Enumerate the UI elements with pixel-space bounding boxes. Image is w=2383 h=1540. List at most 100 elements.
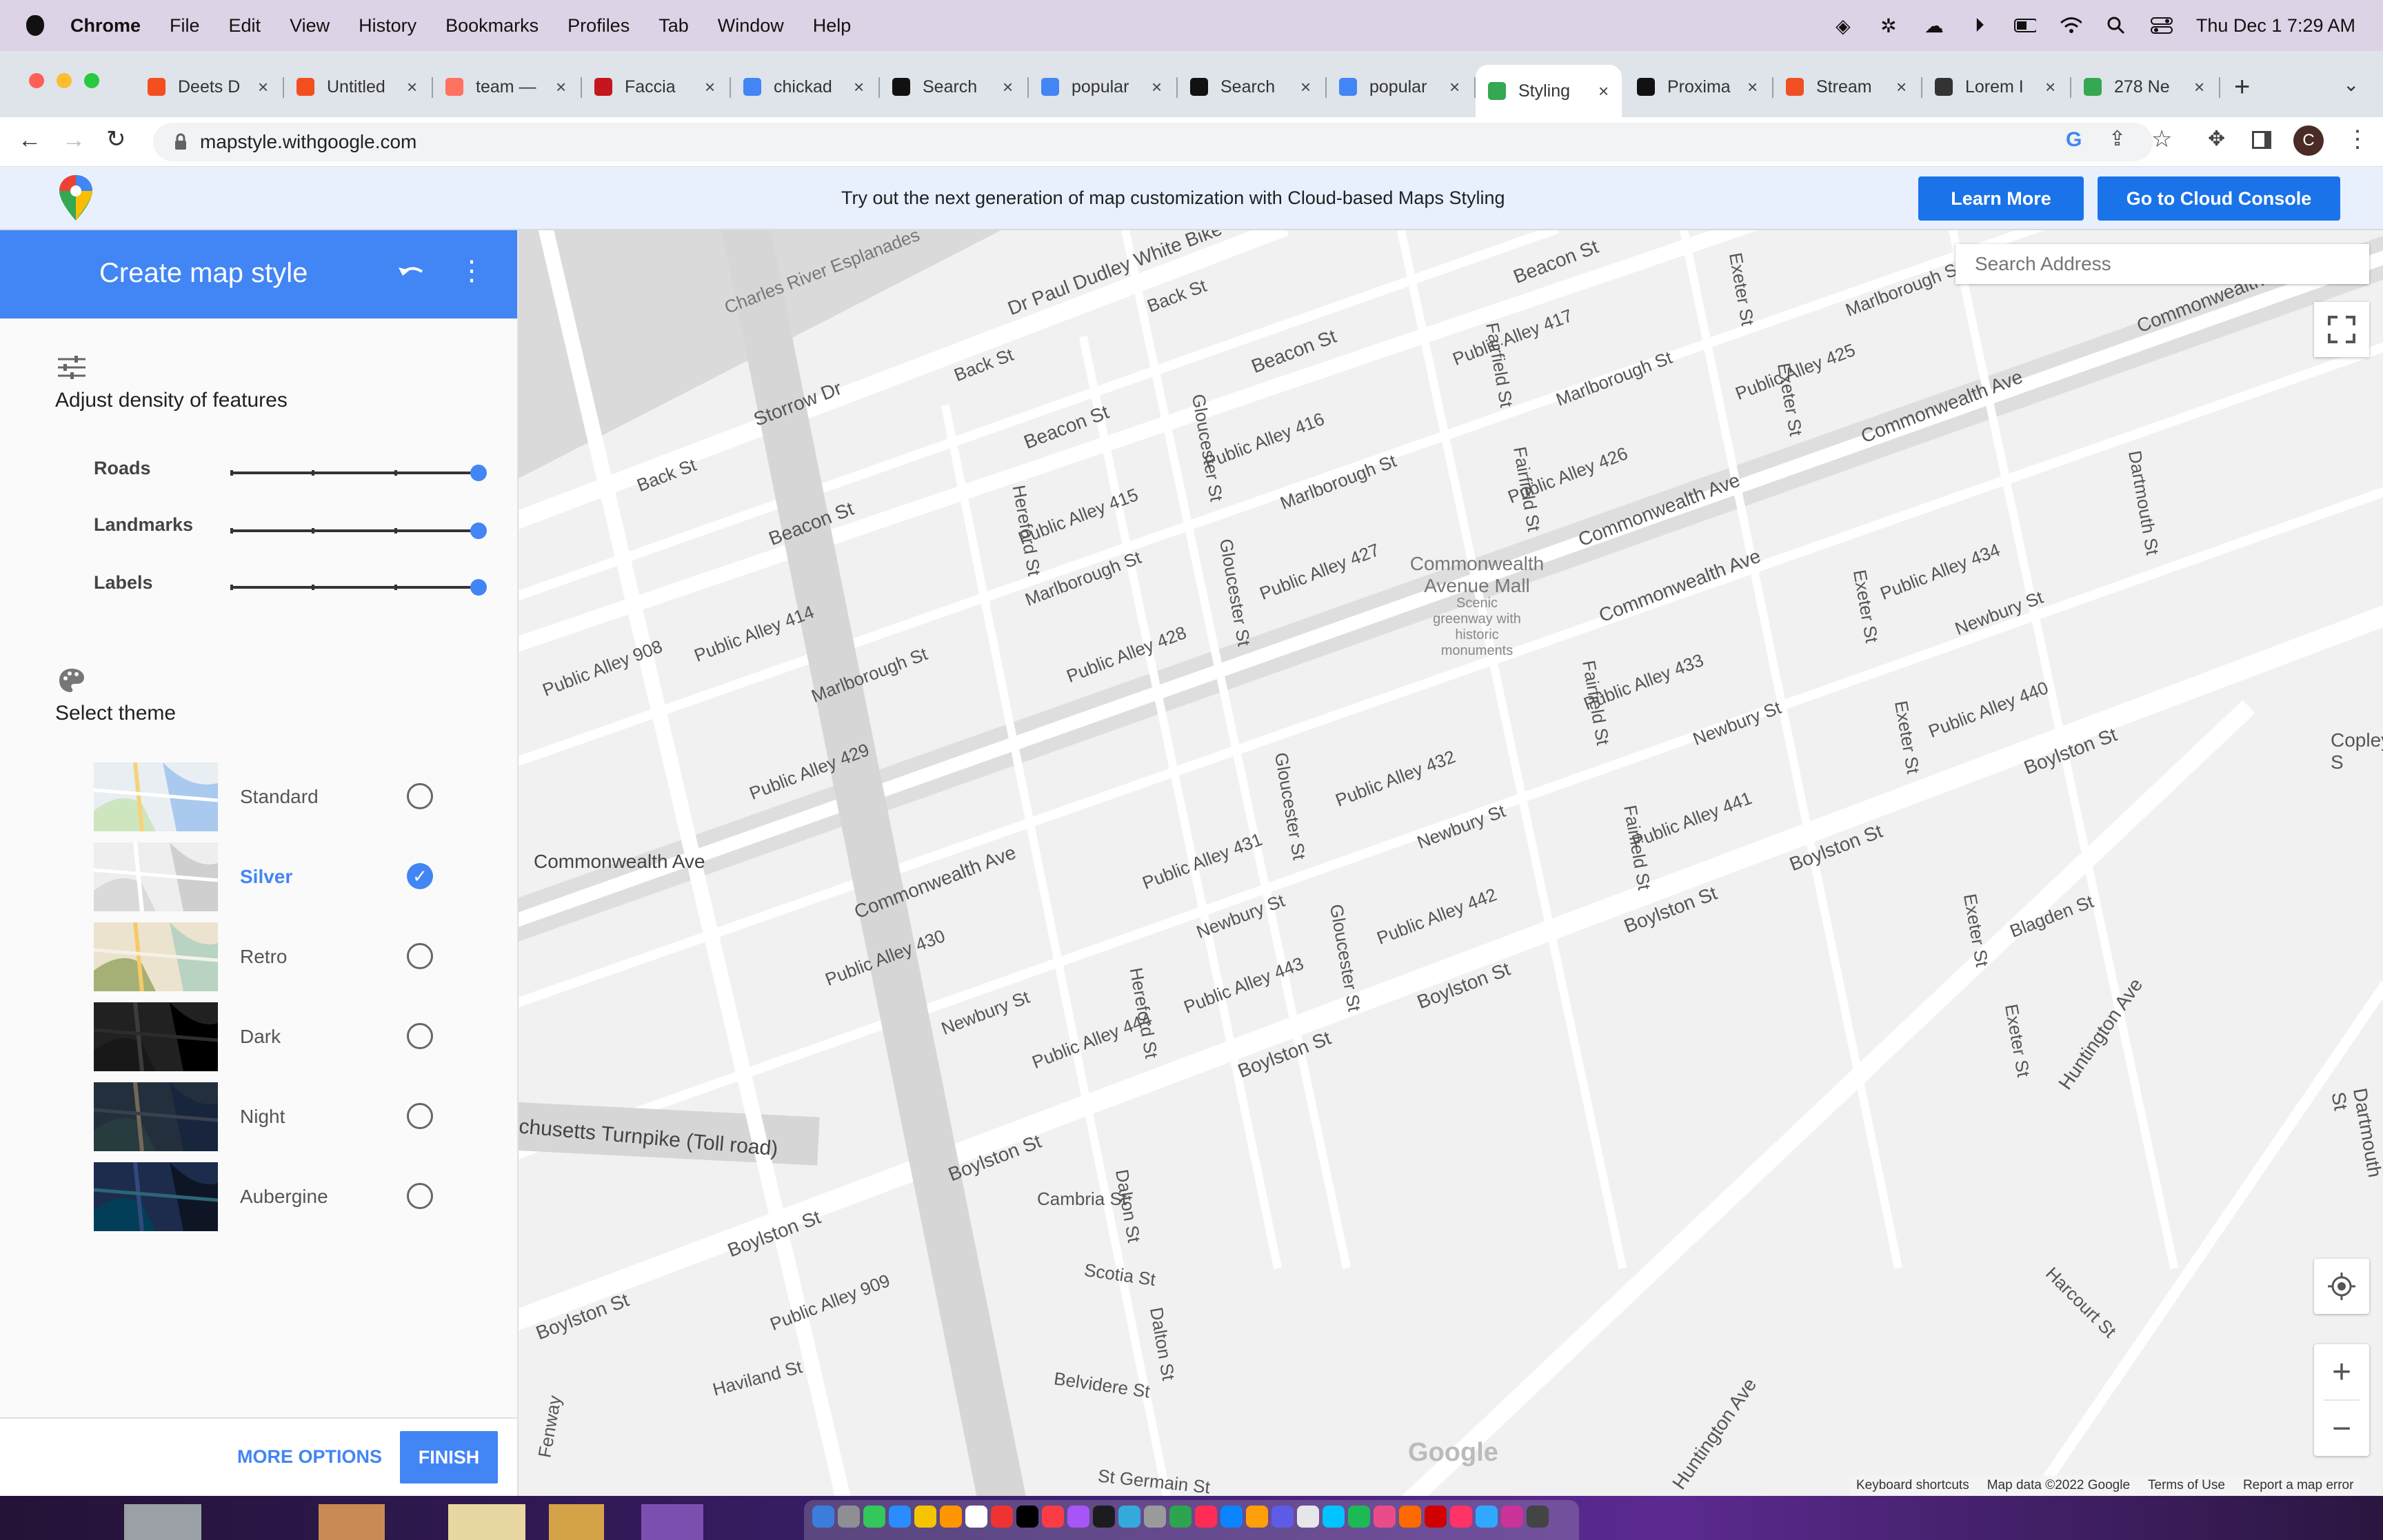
dock-app-icon[interactable] xyxy=(1501,1506,1523,1528)
tab-close-icon[interactable]: × xyxy=(1598,81,1609,102)
play-status-icon[interactable]: ⏵ xyxy=(1969,14,1991,36)
google-lens-icon[interactable]: G xyxy=(2066,128,2082,152)
tab-close-icon[interactable]: × xyxy=(2194,77,2204,98)
tab-deets-d[interactable]: Deets D × xyxy=(135,69,284,105)
landmarks-slider-handle[interactable] xyxy=(470,523,487,539)
tab-close-icon[interactable]: × xyxy=(854,77,864,98)
figma-status-icon[interactable]: ◈ xyxy=(1832,15,1854,37)
terms-of-use-link[interactable]: Terms of Use xyxy=(2148,1478,2225,1493)
theme-option-standard[interactable]: Standard xyxy=(94,762,480,831)
cloud-status-icon[interactable]: ☁ xyxy=(1923,15,1945,37)
theme-radio-aubergine[interactable] xyxy=(407,1183,433,1209)
tab-close-icon[interactable]: × xyxy=(407,77,417,98)
dock-app-icon[interactable] xyxy=(1425,1506,1447,1528)
dock-app-icon[interactable] xyxy=(1450,1506,1472,1528)
tab-team[interactable]: team — × xyxy=(433,69,582,105)
menu-tab[interactable]: Tab xyxy=(658,15,689,37)
profile-avatar[interactable]: C xyxy=(2293,125,2324,156)
theme-option-retro[interactable]: Retro xyxy=(94,922,480,991)
dock-app-icon[interactable] xyxy=(1144,1506,1166,1528)
dock-app-icon[interactable] xyxy=(1118,1506,1140,1528)
reload-icon[interactable]: ↻ xyxy=(106,125,126,153)
theme-radio-standard[interactable] xyxy=(407,783,433,809)
tab-search[interactable]: Search × xyxy=(1178,69,1327,105)
dock-app-icon[interactable] xyxy=(1399,1506,1421,1528)
dock-app-icon[interactable] xyxy=(1169,1506,1192,1528)
dock-app-icon[interactable] xyxy=(1297,1506,1319,1528)
learn-more-button[interactable]: Learn More xyxy=(1918,176,2084,221)
dock-app-icon[interactable] xyxy=(1527,1506,1549,1528)
dock-app-icon[interactable] xyxy=(1323,1506,1345,1528)
control-center-icon[interactable] xyxy=(2150,16,2173,35)
go-to-cloud-console-button[interactable]: Go to Cloud Console xyxy=(2098,176,2340,221)
theme-radio-retro[interactable] xyxy=(407,943,433,969)
menu-profiles[interactable]: Profiles xyxy=(567,15,630,37)
dock-app-icon[interactable] xyxy=(838,1506,860,1528)
window-zoom-icon[interactable] xyxy=(84,73,99,88)
dock-app-icon[interactable] xyxy=(991,1506,1013,1528)
window-minimize-icon[interactable] xyxy=(57,73,72,88)
fullscreen-button[interactable] xyxy=(2314,302,2369,357)
forward-arrow-icon[interactable]: → xyxy=(62,127,86,154)
tab-lorem-i[interactable]: Lorem I × xyxy=(1922,69,2071,105)
dock-app-icon[interactable] xyxy=(1374,1506,1396,1528)
window-close-icon[interactable] xyxy=(29,73,44,88)
dock-app-icon[interactable] xyxy=(1042,1506,1064,1528)
battery-icon[interactable] xyxy=(2013,16,2036,35)
butterfly-status-icon[interactable]: ✲ xyxy=(1878,15,1900,37)
tab-styling[interactable]: Styling × xyxy=(1476,65,1622,117)
new-tab-button[interactable]: + xyxy=(2234,72,2250,103)
zoom-out-icon[interactable]: − xyxy=(2314,1401,2369,1456)
keyboard-shortcuts-link[interactable]: Keyboard shortcuts xyxy=(1856,1478,1969,1493)
finish-button[interactable]: FINISH xyxy=(400,1431,498,1483)
report-map-error-link[interactable]: Report a map error xyxy=(2243,1478,2354,1493)
dock-app-icon[interactable] xyxy=(965,1506,987,1528)
dock-app-icon[interactable] xyxy=(1195,1506,1217,1528)
share-icon[interactable]: ⇪ xyxy=(2109,127,2126,151)
labels-density-slider[interactable] xyxy=(230,579,487,596)
more-options-button[interactable]: MORE OPTIONS xyxy=(237,1446,382,1468)
dock-app-icon[interactable] xyxy=(1016,1506,1038,1528)
theme-option-night[interactable]: Night xyxy=(94,1082,480,1151)
more-menu-icon[interactable]: ⋮ xyxy=(458,255,485,287)
theme-option-aubergine[interactable]: Aubergine xyxy=(94,1162,480,1231)
menu-window[interactable]: Window xyxy=(718,15,784,37)
tab-close-icon[interactable]: × xyxy=(1003,77,1013,98)
dock-app-icon[interactable] xyxy=(1348,1506,1370,1528)
menubar-datetime[interactable]: Thu Dec 1 7:29 AM xyxy=(2196,15,2355,37)
tab-chickad[interactable]: chickad × xyxy=(731,69,880,105)
dock-app-icon[interactable] xyxy=(812,1506,834,1528)
tab-close-icon[interactable]: × xyxy=(2045,77,2055,98)
tab-popular[interactable]: popular × xyxy=(1029,69,1178,105)
tab-close-icon[interactable]: × xyxy=(1300,77,1311,98)
side-panel-icon[interactable] xyxy=(2252,131,2271,149)
menu-help[interactable]: Help xyxy=(813,15,852,37)
theme-radio-dark[interactable] xyxy=(407,1023,433,1049)
dock-app-icon[interactable] xyxy=(863,1506,885,1528)
apple-menu-icon[interactable] xyxy=(26,15,44,36)
tab-close-icon[interactable]: × xyxy=(1896,77,1907,98)
roads-slider-handle[interactable] xyxy=(470,465,487,481)
dock-app-icon[interactable] xyxy=(940,1506,962,1528)
dock-app-icon[interactable] xyxy=(914,1506,936,1528)
dock-app-icon[interactable] xyxy=(1246,1506,1268,1528)
wifi-icon[interactable] xyxy=(2060,16,2082,35)
menu-view[interactable]: View xyxy=(290,15,330,37)
my-location-button[interactable] xyxy=(2314,1259,2369,1314)
roads-density-slider[interactable] xyxy=(230,465,487,481)
dock-app-icon[interactable] xyxy=(1476,1506,1498,1528)
tab-close-icon[interactable]: × xyxy=(705,77,715,98)
extensions-puzzle-icon[interactable]: ✥ xyxy=(2208,127,2225,151)
chrome-menu-icon[interactable]: ⋮ xyxy=(2346,125,2369,153)
undo-icon[interactable] xyxy=(396,261,426,288)
tab-close-icon[interactable]: × xyxy=(1152,77,1162,98)
tab-proxima[interactable]: Proxima × xyxy=(1625,69,1773,105)
landmarks-density-slider[interactable] xyxy=(230,523,487,539)
menu-app-name[interactable]: Chrome xyxy=(70,15,141,37)
spotlight-search-icon[interactable] xyxy=(2105,16,2127,35)
tab-search-chevron-icon[interactable]: ⌄ xyxy=(2343,73,2359,96)
menu-edit[interactable]: Edit xyxy=(229,15,261,37)
tab-278-ne[interactable]: 278 Ne × xyxy=(2071,69,2220,105)
tab-close-icon[interactable]: × xyxy=(1449,77,1460,98)
tab-close-icon[interactable]: × xyxy=(556,77,566,98)
